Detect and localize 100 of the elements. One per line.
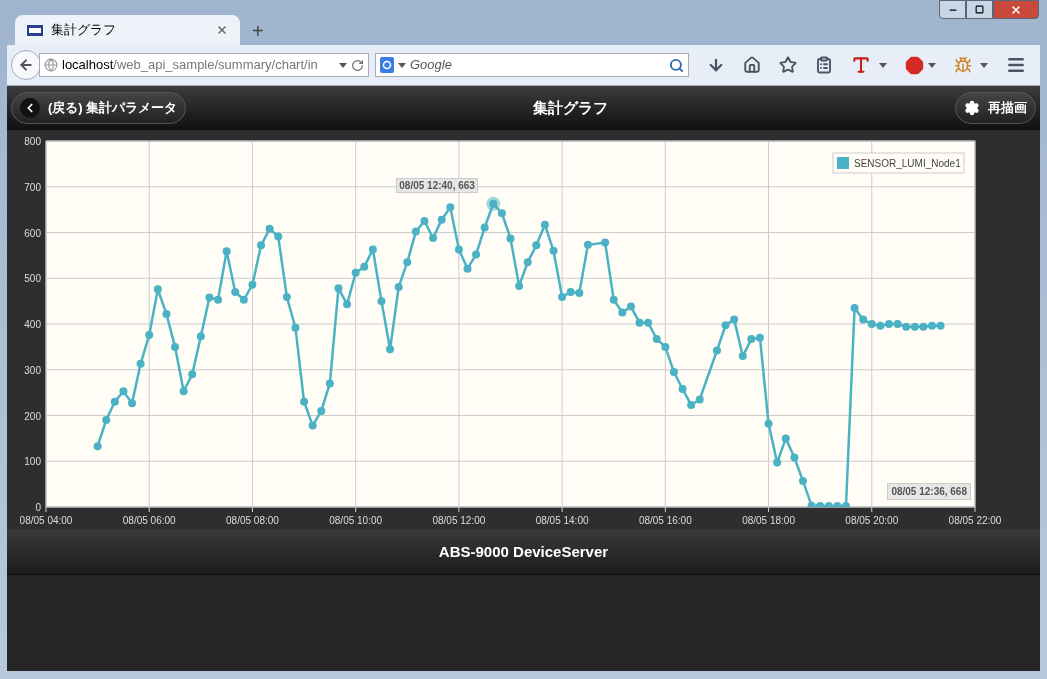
reload-icon[interactable] [351, 58, 364, 72]
maximize-button[interactable] [966, 0, 993, 19]
caret-icon[interactable] [879, 62, 887, 68]
caret-icon[interactable] [928, 62, 936, 68]
data-point[interactable] [446, 203, 455, 212]
data-point[interactable] [128, 399, 136, 408]
data-point[interactable] [635, 318, 644, 327]
download-icon[interactable] [707, 56, 725, 74]
data-point[interactable] [110, 397, 119, 406]
data-point[interactable] [497, 209, 506, 218]
data-point[interactable] [463, 264, 472, 273]
data-point[interactable] [798, 476, 807, 485]
data-point[interactable] [876, 321, 885, 330]
data-point[interactable] [437, 215, 446, 224]
search-engine-icon[interactable] [380, 57, 394, 73]
data-point[interactable] [300, 397, 309, 406]
data-point[interactable] [549, 246, 558, 255]
redraw-button[interactable]: 再描画 [955, 92, 1036, 124]
data-point[interactable] [265, 224, 274, 233]
data-point[interactable] [308, 421, 317, 430]
data-point[interactable] [102, 416, 111, 425]
data-point[interactable] [136, 359, 145, 368]
reading-list-icon[interactable] [815, 56, 833, 74]
data-point[interactable] [179, 387, 188, 396]
data-point[interactable] [351, 268, 360, 277]
menu-icon[interactable] [1006, 55, 1026, 75]
data-point[interactable] [773, 458, 782, 467]
data-point[interactable] [386, 345, 395, 354]
caret-icon[interactable] [398, 62, 406, 68]
data-point[interactable] [850, 304, 859, 312]
data-point[interactable] [626, 302, 635, 311]
data-point[interactable] [575, 288, 584, 297]
data-point[interactable] [652, 335, 661, 344]
data-point[interactable] [601, 238, 610, 247]
star-icon[interactable] [779, 56, 797, 74]
data-point[interactable] [781, 434, 790, 443]
data-point[interactable] [893, 320, 902, 328]
data-point[interactable] [291, 323, 300, 332]
data-point[interactable] [162, 309, 171, 318]
data-point[interactable] [523, 258, 532, 267]
data-point[interactable] [583, 240, 592, 249]
data-point[interactable] [231, 288, 240, 296]
data-point[interactable] [506, 234, 515, 243]
close-tab-icon[interactable] [216, 24, 228, 36]
data-point[interactable] [171, 342, 180, 351]
data-point[interactable] [661, 342, 670, 351]
data-point[interactable] [403, 258, 412, 267]
data-point[interactable] [343, 300, 352, 309]
data-point[interactable] [119, 387, 128, 396]
browser-tab[interactable]: 集計グラフ [15, 15, 240, 45]
data-point[interactable] [214, 295, 223, 304]
new-tab-button[interactable]: + [248, 17, 268, 45]
address-bar[interactable]: localhost/web_api_sample/summary/chart/in [39, 53, 369, 77]
data-point[interactable] [687, 401, 696, 409]
caret-icon[interactable] [980, 62, 988, 68]
data-point[interactable] [334, 284, 343, 293]
data-point[interactable] [910, 322, 919, 331]
search-field[interactable]: Google [375, 53, 689, 77]
data-point[interactable] [360, 262, 369, 271]
data-point[interactable] [472, 250, 481, 259]
caret-icon[interactable] [339, 62, 347, 68]
data-point[interactable] [515, 282, 524, 291]
data-point[interactable] [764, 419, 773, 428]
data-point[interactable] [816, 502, 825, 507]
data-point[interactable] [411, 227, 420, 236]
data-point[interactable] [239, 295, 248, 304]
data-point[interactable] [188, 370, 197, 379]
data-point[interactable] [609, 295, 618, 304]
data-point[interactable] [618, 308, 627, 317]
data-point[interactable] [807, 501, 816, 507]
data-point[interactable] [558, 293, 567, 301]
data-point[interactable] [420, 217, 429, 226]
data-point[interactable] [274, 232, 283, 241]
data-point[interactable] [222, 247, 231, 256]
data-point[interactable] [454, 245, 463, 254]
data-point[interactable] [325, 379, 334, 388]
data-point[interactable] [644, 318, 653, 327]
minimize-button[interactable] [939, 0, 966, 19]
data-point[interactable] [695, 395, 704, 404]
data-point[interactable] [282, 293, 291, 301]
data-point[interactable] [429, 234, 438, 242]
data-point[interactable] [394, 282, 403, 291]
data-point[interactable] [480, 223, 489, 232]
data-point[interactable] [833, 502, 842, 507]
data-point[interactable] [317, 406, 326, 415]
data-point[interactable] [205, 293, 214, 302]
data-point[interactable] [721, 321, 730, 330]
data-point[interactable] [669, 368, 678, 377]
data-point[interactable] [928, 321, 936, 330]
data-point[interactable] [841, 502, 850, 507]
data-point[interactable] [790, 453, 799, 462]
data-point[interactable] [755, 333, 764, 342]
data-point[interactable] [919, 322, 928, 331]
data-point[interactable] [566, 288, 575, 296]
data-point[interactable] [824, 502, 833, 507]
bug-icon[interactable] [954, 56, 972, 74]
home-icon[interactable] [743, 56, 761, 74]
data-point[interactable] [678, 384, 687, 393]
data-point[interactable] [540, 220, 549, 229]
data-point[interactable] [902, 322, 911, 331]
